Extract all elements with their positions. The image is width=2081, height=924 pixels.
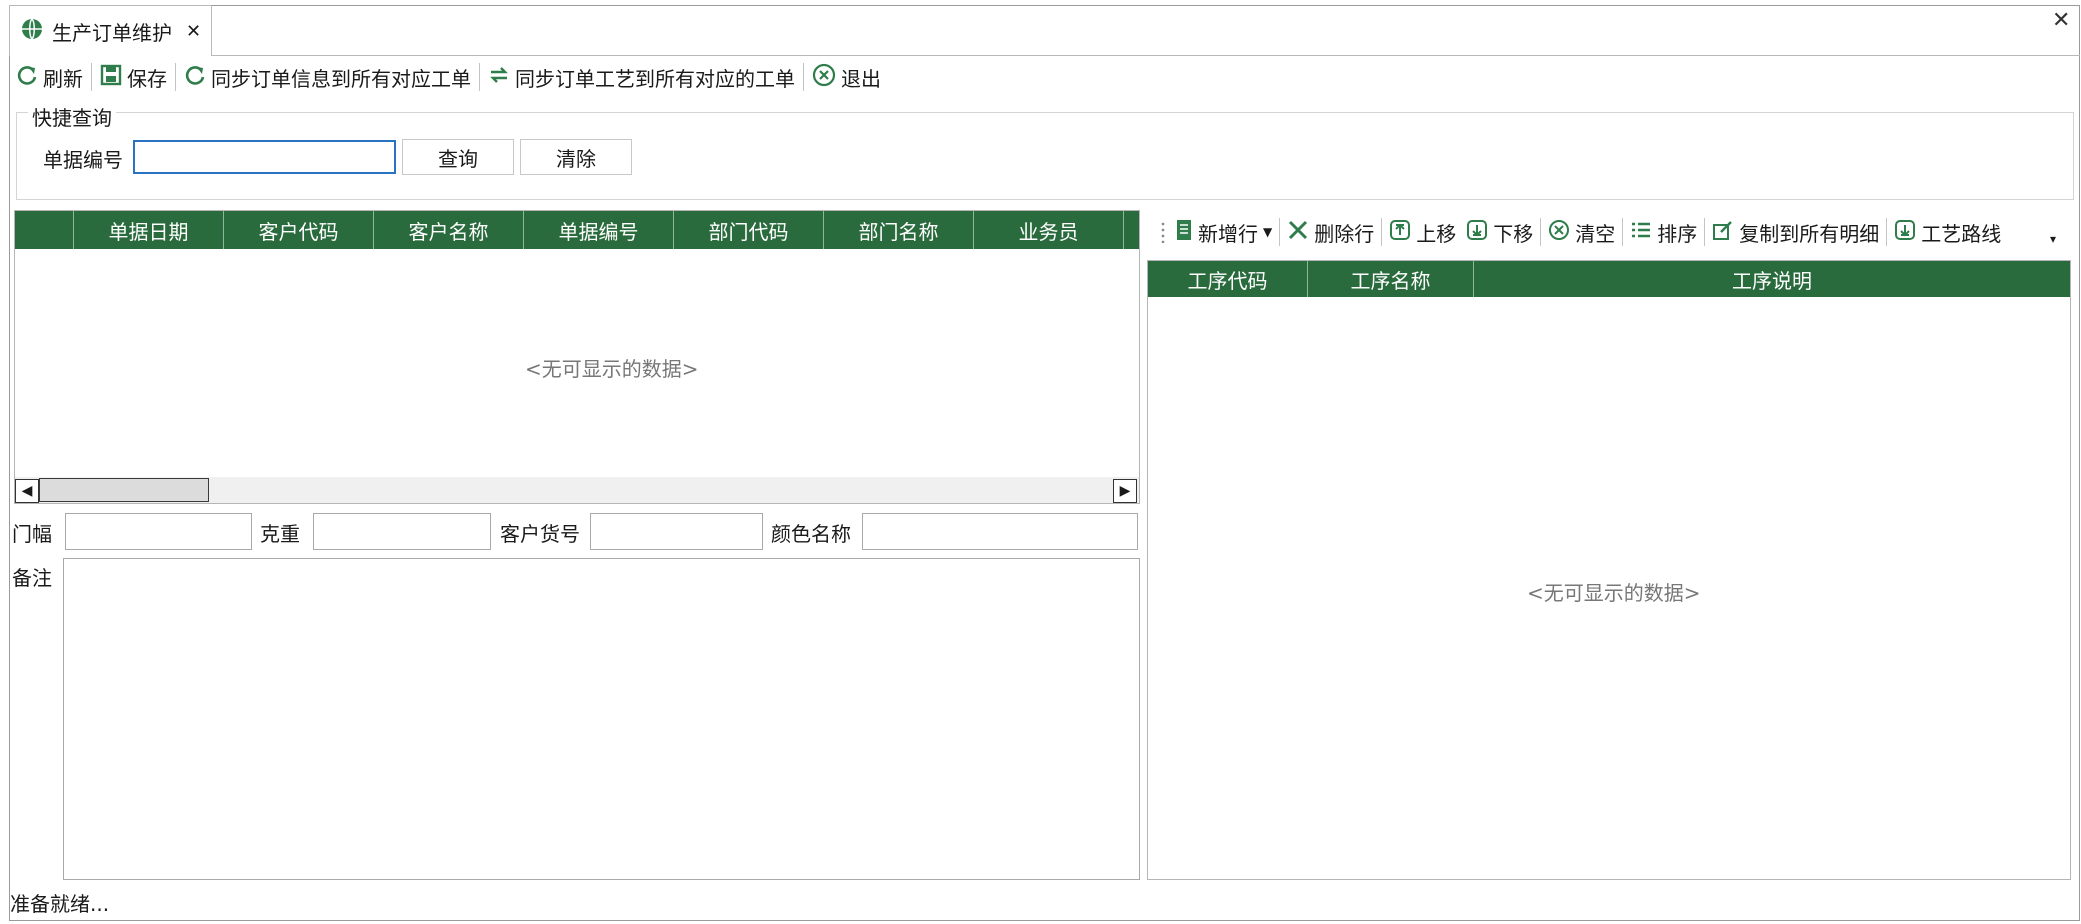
color-name-input[interactable] <box>862 513 1138 550</box>
query-button[interactable]: 查询 <box>402 139 514 175</box>
customer-item-no-label: 客户货号 <box>500 522 580 546</box>
delete-row-button[interactable]: 删除行 <box>1282 213 1379 251</box>
toolbar-separator <box>1279 218 1281 246</box>
column-header-doc-no[interactable]: 单据编号 <box>524 211 674 249</box>
toolbar-separator <box>1704 218 1706 246</box>
copy-icon <box>1712 219 1734 246</box>
dropdown-arrow-icon[interactable]: ▼ <box>1263 225 1272 239</box>
toolbar-separator <box>1540 218 1542 246</box>
toolbar-separator <box>175 63 176 91</box>
refresh-icon <box>184 64 206 91</box>
column-header-process-desc[interactable]: 工序说明 <box>1474 261 2070 297</box>
column-header-indicator[interactable] <box>15 211 74 249</box>
detail-toolbar: 新增行 ▼ 删除行 上移 下移 清空 排序 复制到所有明细 工艺路线 <box>1160 213 2006 251</box>
status-bar-text: 准备就绪... <box>10 892 110 916</box>
scroll-left-icon[interactable]: ◀ <box>15 479 39 503</box>
move-down-icon <box>1466 219 1488 246</box>
column-header-customer-code[interactable]: 客户代码 <box>224 211 374 249</box>
refresh-button[interactable]: 刷新 <box>10 60 89 94</box>
tab-close-icon[interactable]: ✕ <box>186 21 201 42</box>
customer-item-no-input[interactable] <box>590 513 763 550</box>
toolbar-overflow-icon[interactable]: ▾ <box>2050 232 2056 246</box>
doc-no-input[interactable] <box>133 140 396 174</box>
quick-query-title: 快捷查询 <box>28 102 116 131</box>
refresh-icon <box>16 64 38 91</box>
width-label: 门幅 <box>12 522 52 546</box>
toolbar-separator <box>1381 218 1383 246</box>
move-down-button[interactable]: 下移 <box>1461 213 1538 251</box>
horizontal-scrollbar[interactable]: ◀ ▶ <box>15 477 1139 503</box>
process-grid-empty-message: <无可显示的数据> <box>1527 581 1701 605</box>
main-toolbar: 刷新 保存 同步订单信息到所有对应工单 同步订单工艺到所有对应的工单 退出 <box>10 60 887 94</box>
clear-icon <box>1548 219 1570 246</box>
column-header-dept-code[interactable]: 部门代码 <box>674 211 824 249</box>
window-close-icon[interactable]: ✕ <box>2052 8 2070 33</box>
exit-button[interactable]: 退出 <box>806 60 887 94</box>
column-header-process-code[interactable]: 工序代码 <box>1148 261 1308 297</box>
width-input[interactable] <box>65 513 252 550</box>
tab-title: 生产订单维护 <box>52 20 172 45</box>
globe-icon <box>20 17 44 46</box>
move-up-button[interactable]: 上移 <box>1384 213 1461 251</box>
sort-icon <box>1630 219 1652 246</box>
weight-input[interactable] <box>313 513 491 550</box>
sync-order-info-button[interactable]: 同步订单信息到所有对应工单 <box>178 60 477 94</box>
order-grid-header: 单据日期 客户代码 客户名称 单据编号 部门代码 部门名称 业务员 <box>15 211 1139 249</box>
order-grid-empty-message: <无可显示的数据> <box>525 357 699 381</box>
process-route-button[interactable]: 工艺路线 <box>1889 213 2006 251</box>
column-header-date[interactable]: 单据日期 <box>74 211 224 249</box>
weight-label: 克重 <box>260 522 300 546</box>
toolbar-separator <box>803 63 804 91</box>
color-name-label: 颜色名称 <box>771 522 851 546</box>
column-header-dept-name[interactable]: 部门名称 <box>824 211 974 249</box>
toolbar-separator <box>479 63 480 91</box>
remark-label: 备注 <box>12 566 52 590</box>
toolbar-separator <box>1886 218 1888 246</box>
column-header-process-name[interactable]: 工序名称 <box>1308 261 1474 297</box>
remark-textarea[interactable] <box>63 558 1140 880</box>
process-grid: 工序代码 工序名称 工序说明 <无可显示的数据> <box>1147 260 2071 880</box>
toolbar-separator <box>1622 218 1624 246</box>
new-row-button[interactable]: 新增行 ▼ <box>1170 213 1277 251</box>
column-header-salesman[interactable]: 业务员 <box>974 211 1124 249</box>
sync-order-process-button[interactable]: 同步订单工艺到所有对应的工单 <box>482 60 801 94</box>
toolbar-grip[interactable] <box>1160 221 1166 243</box>
tab-production-order[interactable]: 生产订单维护 ✕ <box>9 5 212 56</box>
clear-button[interactable]: 清除 <box>520 139 632 175</box>
scroll-thumb[interactable] <box>39 478 209 502</box>
clear-all-button[interactable]: 清空 <box>1543 213 1620 251</box>
order-grid: 单据日期 客户代码 客户名称 单据编号 部门代码 部门名称 业务员 <无可显示的… <box>14 210 1140 504</box>
process-grid-header: 工序代码 工序名称 工序说明 <box>1148 261 2070 297</box>
sync-icon <box>488 64 510 91</box>
exit-icon <box>812 63 836 92</box>
scroll-right-icon[interactable]: ▶ <box>1113 479 1137 503</box>
copy-to-all-details-button[interactable]: 复制到所有明细 <box>1707 213 1884 251</box>
new-row-icon <box>1175 219 1193 246</box>
route-icon <box>1894 219 1916 246</box>
save-button[interactable]: 保存 <box>94 60 173 94</box>
column-header-customer-name[interactable]: 客户名称 <box>374 211 524 249</box>
doc-no-label: 单据编号 <box>43 148 123 172</box>
save-icon <box>100 64 122 91</box>
sort-button[interactable]: 排序 <box>1625 213 1702 251</box>
toolbar-separator <box>91 63 92 91</box>
tab-strip-divider <box>212 55 2080 56</box>
delete-icon <box>1287 219 1309 246</box>
move-up-icon <box>1389 219 1411 246</box>
